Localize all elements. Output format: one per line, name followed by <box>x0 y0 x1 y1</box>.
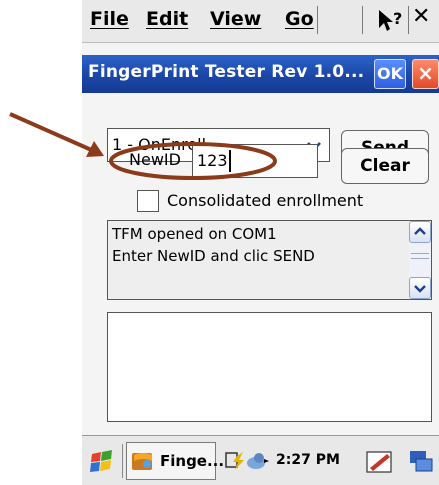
chevron-down-icon <box>414 285 426 293</box>
title-bar: FingerPrint Tester Rev 1.0... OK × <box>82 55 439 93</box>
speaker-icon[interactable] <box>246 450 270 472</box>
consolidated-enrollment-label[interactable]: Consolidated enrollment <box>167 191 363 210</box>
keyboard-icon[interactable] <box>404 442 438 480</box>
help-pointer-icon[interactable]: ? <box>376 8 406 34</box>
clock-time[interactable]: 2:27 PM <box>276 452 340 468</box>
task-button[interactable]: Finge... <box>126 442 224 480</box>
ok-button[interactable]: OK <box>374 59 406 89</box>
menu-bar: File Edit View Go ? ✕ <box>82 0 439 43</box>
clear-button[interactable]: Clear <box>341 148 429 184</box>
log-scrollbar[interactable] <box>409 221 431 299</box>
menu-separator <box>362 6 363 34</box>
menu-file[interactable]: File <box>90 8 129 30</box>
menu-edit[interactable]: Edit <box>146 8 188 30</box>
newid-label: NewID <box>129 150 181 169</box>
consolidated-enrollment-checkbox[interactable] <box>137 190 159 212</box>
window-title: FingerPrint Tester Rev 1.0... <box>88 62 365 82</box>
menu-separator <box>317 6 318 34</box>
menu-go[interactable]: Go <box>285 8 314 30</box>
newid-value: 123 <box>197 151 228 170</box>
system-tray: 2:27 PM <box>222 442 352 480</box>
chevron-up-icon <box>414 227 426 235</box>
newid-input[interactable]: 123 <box>192 144 318 178</box>
task-label: Finge... <box>160 452 225 470</box>
log-line: TFM opened on COM1 <box>112 225 277 243</box>
menu-view[interactable]: View <box>210 8 261 30</box>
device-screen: File Edit View Go ? ✕ FingerPrint Tester… <box>82 0 439 485</box>
scroll-up-button[interactable] <box>409 221 431 243</box>
scroll-thumb[interactable] <box>411 253 429 259</box>
taskbar-separator <box>122 444 123 478</box>
log-line: Enter NewID and clic SEND <box>112 247 315 265</box>
output-area[interactable] <box>107 312 432 422</box>
svg-text:?: ? <box>393 9 402 28</box>
taskbar: Finge... 2:27 PM <box>82 435 439 485</box>
network-icon[interactable] <box>224 450 246 472</box>
text-caret <box>229 150 231 172</box>
menu-separator <box>408 6 409 34</box>
pen-icon[interactable] <box>362 442 396 480</box>
windows-start-icon[interactable] <box>86 442 120 480</box>
status-log[interactable]: TFM opened on COM1 Enter NewID and clic … <box>107 220 432 300</box>
close-button[interactable]: × <box>412 59 439 89</box>
close-icon[interactable]: ✕ <box>412 4 430 29</box>
scroll-down-button[interactable] <box>409 277 431 299</box>
app-icon <box>132 453 152 470</box>
